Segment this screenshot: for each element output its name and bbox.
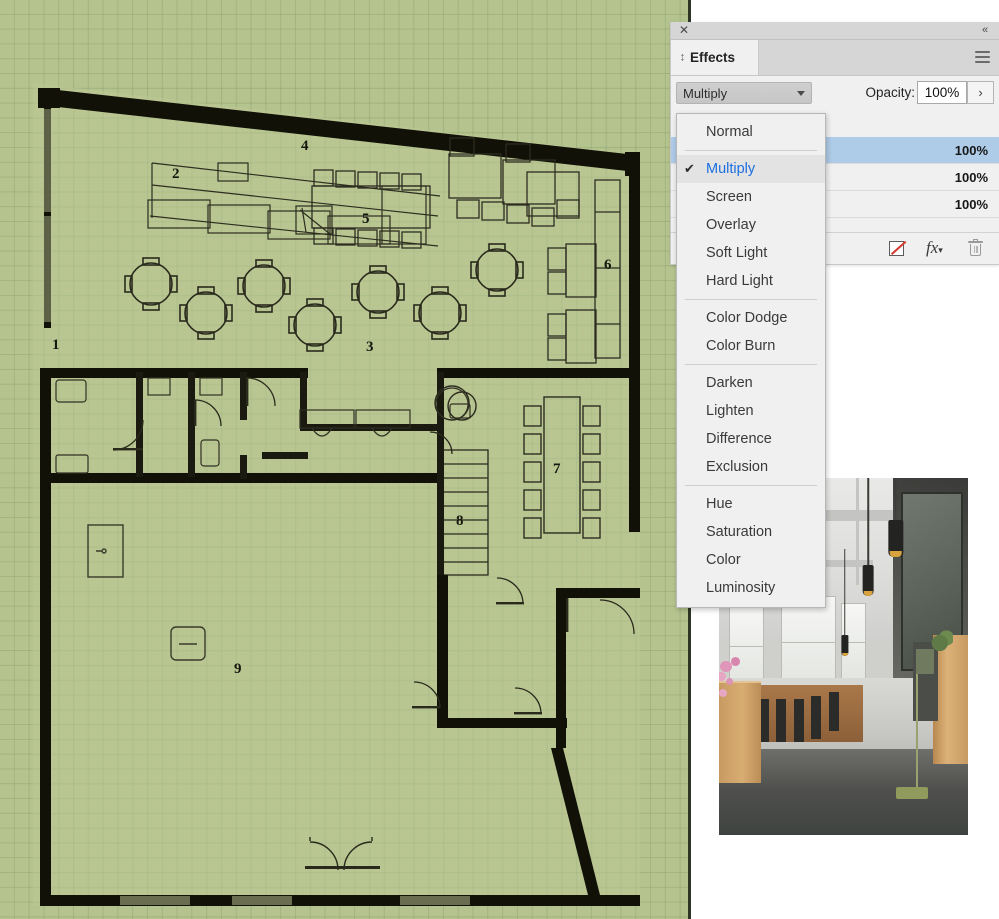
photo-cabinet-right — [933, 635, 968, 764]
clear-appearance-icon[interactable] — [887, 239, 907, 259]
menu-item-difference[interactable]: Difference — [677, 425, 825, 453]
room-label-6: 6 — [604, 257, 612, 273]
room-label-7: 7 — [553, 461, 561, 477]
menu-separator — [685, 364, 817, 365]
menu-item-color-dodge[interactable]: Color Dodge — [677, 304, 825, 332]
room-label-8: 8 — [456, 513, 464, 529]
collapse-panel-icon[interactable]: « — [977, 23, 993, 37]
blend-mode-select[interactable]: Multiply — [676, 82, 812, 104]
photo-mop-head — [895, 786, 929, 800]
menu-item-screen[interactable]: Screen — [677, 183, 825, 211]
menu-item-hard-light[interactable]: Hard Light — [677, 267, 825, 295]
photo-pendant-lamp — [853, 478, 883, 596]
trash-icon[interactable] — [965, 238, 985, 259]
tab-label: Effects — [690, 50, 736, 65]
photo-pendant-lamp — [834, 549, 856, 657]
photo-mop-handle — [916, 674, 919, 793]
chevron-down-icon — [797, 90, 805, 96]
tab-effects[interactable]: ↕ Effects — [671, 40, 759, 75]
menu-separator — [685, 299, 817, 300]
opacity-stepper[interactable]: › — [967, 81, 994, 104]
menu-separator — [685, 150, 817, 151]
room-label-1: 1 — [52, 337, 60, 353]
room-label-5: 5 — [362, 211, 370, 227]
menu-separator — [685, 485, 817, 486]
menu-item-darken[interactable]: Darken — [677, 369, 825, 397]
tab-grip-icon: ↕ — [680, 50, 685, 64]
photo-chair — [776, 699, 787, 743]
menu-item-lighten[interactable]: Lighten — [677, 397, 825, 425]
fx-icon[interactable]: fx▾ — [926, 237, 946, 259]
menu-item-color-burn[interactable]: Color Burn — [677, 332, 825, 360]
photo-chair — [811, 695, 822, 739]
photo-pendant-lamp — [878, 478, 913, 557]
menu-item-hue[interactable]: Hue — [677, 490, 825, 518]
fx-label: fx▾ — [926, 237, 943, 257]
menu-item-luminosity[interactable]: Luminosity — [677, 574, 825, 602]
menu-item-overlay[interactable]: Overlay — [677, 211, 825, 239]
blend-mode-value: Multiply — [683, 85, 728, 101]
menu-item-color[interactable]: Color — [677, 546, 825, 574]
menu-item-soft-light[interactable]: Soft Light — [677, 239, 825, 267]
panel-controls: Multiply Opacity: 100% › — [671, 76, 999, 108]
close-icon[interactable]: ✕ — [677, 23, 691, 37]
room-label-3: 3 — [366, 339, 374, 355]
opacity-input[interactable]: 100% — [917, 81, 967, 104]
blend-mode-dropdown[interactable]: Normal Multiply Screen Overlay Soft Ligh… — [676, 113, 826, 608]
photo-chair — [793, 699, 804, 743]
opacity-label: Opacity: — [865, 85, 915, 100]
floorplan-artwork[interactable] — [0, 0, 691, 919]
menu-item-exclusion[interactable]: Exclusion — [677, 453, 825, 481]
photo-flowers — [719, 656, 756, 728]
room-label-9: 9 — [234, 661, 242, 677]
photo-window — [781, 595, 837, 689]
panel-menu-icon[interactable] — [975, 51, 990, 63]
document-canvas[interactable]: 1 2 4 5 3 6 7 8 9 — [0, 0, 691, 919]
menu-item-saturation[interactable]: Saturation — [677, 518, 825, 546]
menu-item-normal[interactable]: Normal — [677, 118, 825, 146]
room-label-4: 4 — [301, 138, 309, 154]
photo-plant — [930, 627, 954, 653]
panel-tab-row: ↕ Effects — [671, 40, 999, 76]
photo-chair — [828, 692, 839, 732]
panel-titlebar: ✕ « — [671, 22, 999, 40]
room-label-2: 2 — [172, 166, 180, 182]
photo-wall-sign — [915, 649, 935, 675]
menu-item-multiply[interactable]: Multiply — [677, 155, 825, 183]
